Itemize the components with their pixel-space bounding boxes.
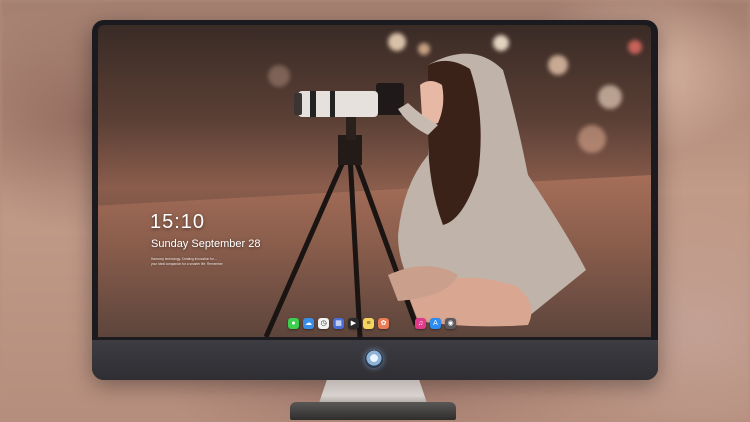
monitor-base (290, 402, 456, 420)
clock-app-icon[interactable]: ◷ (318, 317, 329, 329)
app-store-icon[interactable]: A (430, 317, 441, 329)
calendar-icon[interactable]: ▦ (333, 317, 344, 329)
brand-logo-icon (365, 350, 383, 368)
lock-blurb: Harmony technology. Creating innovation … (151, 257, 271, 267)
wallpaper-photographer (263, 53, 586, 337)
music-icon[interactable]: ♫ (415, 317, 426, 329)
blurb-line: your ideal companion for a smarter life.… (151, 262, 223, 266)
clapper-icon[interactable]: ▶ (348, 317, 359, 329)
messages-icon[interactable]: ● (288, 317, 299, 329)
camera-icon[interactable]: ◉ (445, 317, 456, 329)
screen[interactable]: 15:10 Sunday September 28 Harmony techno… (98, 25, 651, 337)
lock-date: Sunday September 28 (151, 238, 261, 250)
lock-clock: 15:10 (150, 211, 206, 233)
notes-icon[interactable]: ≡ (363, 317, 374, 329)
photos-icon[interactable]: ✿ (378, 317, 389, 329)
weather-icon[interactable]: ☁ (303, 317, 314, 329)
dock: ● ☁ ◷ ▦ ▶ ≡ ✿ ♫ A ◉ (288, 315, 456, 331)
